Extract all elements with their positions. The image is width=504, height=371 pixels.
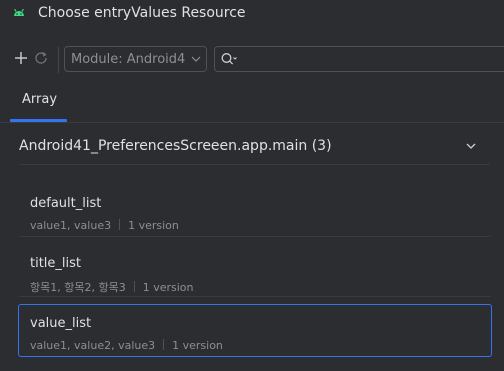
meta-separator [133,281,135,292]
search-icon[interactable] [220,51,238,67]
group-divider [20,164,490,165]
meta-separator [163,339,165,350]
resource-values: 항목1, 항목2, 항목3 [30,281,126,294]
module-select[interactable]: Module: Android41_PreferencesScreen.app.… [64,46,207,72]
resource-versions: 1 version [128,219,179,232]
dialog-title: Choose entryValues Resource [38,5,246,21]
resource-meta: 항목1, 항목2, 항목3 1 version [30,279,194,295]
search-input[interactable] [241,50,501,68]
resource-versions: 1 version [142,281,194,294]
chevron-down-icon[interactable] [465,140,477,152]
search-box[interactable] [214,46,504,72]
resource-item-value-list[interactable]: value_list value1, value2, value3 1 versi… [18,304,492,357]
resource-name: default_list [30,196,102,211]
resource-name: title_list [30,256,82,271]
resource-meta: value1, value2, value3 1 version [30,339,223,352]
android-icon [14,8,24,16]
tab-label: Array [22,92,58,107]
resource-values: value1, value3 [30,219,112,232]
resource-list: default_list value1, value3 1 version tit… [18,184,492,364]
module-group-header[interactable]: Android41_PreferencesScreeen.app.main (3… [10,130,491,164]
module-select-chevron [186,47,206,71]
refresh-icon[interactable] [33,50,49,66]
resource-item-default-list[interactable]: default_list value1, value3 1 version [18,184,492,237]
resource-versions: 1 version [172,339,223,352]
meta-separator [119,219,121,230]
toolbar: Module: Android41_PreferencesScreen.app.… [0,44,504,78]
resource-meta: value1, value3 1 version [30,219,179,232]
dialog-titlebar: Choose entryValues Resource [0,0,504,28]
module-group-label: Android41_PreferencesScreeen.app.main (3… [19,138,332,154]
tab-array[interactable]: Array [10,86,67,122]
chevron-down-icon [191,56,201,62]
resource-item-title-list[interactable]: title_list 항목1, 항목2, 항목3 1 version [18,244,492,297]
resource-name: value_list [30,316,92,331]
plus-icon[interactable] [13,50,29,66]
tab-divider [0,122,504,123]
toolbar-separator [58,47,59,73]
resource-values: value1, value2, value3 [30,339,156,352]
